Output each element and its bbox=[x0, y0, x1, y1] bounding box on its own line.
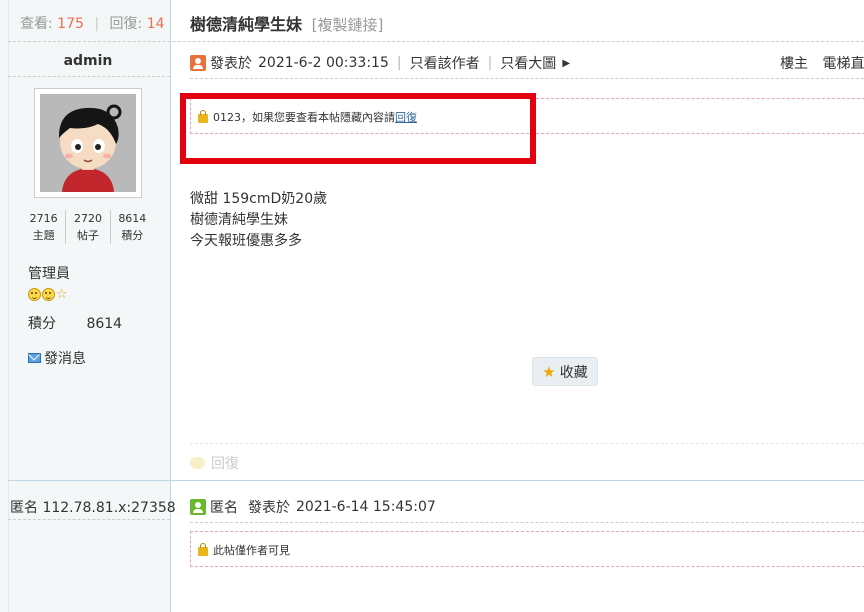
avatar[interactable] bbox=[34, 88, 142, 198]
thread-title-row: 樹德清純學生妹 [複製鏈接] bbox=[190, 11, 383, 35]
count-value: 8614 bbox=[118, 212, 147, 225]
post-separator bbox=[8, 480, 864, 481]
user-rank-icons: ☆ bbox=[28, 288, 69, 301]
views-label: 查看: bbox=[20, 16, 53, 32]
star-icon: ☆ bbox=[56, 287, 68, 302]
user-credits: 積分 8614 bbox=[28, 313, 122, 333]
content-line: 樹德清純學生妹 bbox=[190, 212, 288, 228]
reply-button[interactable]: 回復 bbox=[190, 453, 239, 473]
floor-info: 樓主 電梯直 bbox=[780, 53, 864, 73]
replies-count: 14 bbox=[146, 16, 165, 32]
star-icon: ★ bbox=[542, 362, 556, 381]
anon-divider bbox=[8, 519, 170, 520]
elevator-jump[interactable]: 電梯直 bbox=[822, 56, 864, 72]
thread-title: 樹德清純學生妹 bbox=[190, 15, 303, 34]
sidebar-edge bbox=[8, 0, 9, 612]
header-divider bbox=[8, 41, 864, 42]
post2-meta: 匿名 發表於 2021-6-14 15:45:07 bbox=[190, 497, 436, 517]
floor-label: 樓主 bbox=[780, 56, 808, 72]
count-value: 2720 bbox=[73, 212, 102, 225]
caret-right-icon[interactable]: ▶ bbox=[562, 58, 570, 69]
post-bottom-divider bbox=[190, 443, 864, 444]
author-only-box bbox=[190, 531, 864, 567]
thread-stats: 查看: 175 | 回復: 14 bbox=[20, 13, 165, 33]
send-message-link[interactable]: 發消息 bbox=[28, 348, 86, 368]
copy-link-button[interactable]: [複製鏈接] bbox=[312, 16, 384, 34]
user-online-icon bbox=[190, 55, 206, 71]
mail-icon bbox=[28, 353, 41, 363]
count-value: 2716 bbox=[29, 212, 58, 225]
author-username[interactable]: admin bbox=[0, 53, 176, 69]
lock-icon bbox=[198, 543, 208, 556]
credits-value: 8614 bbox=[86, 316, 123, 332]
post-content: 微甜 159cmD奶20歲 樹德清純學生妹 今天報班優惠多多 bbox=[190, 189, 327, 252]
meta-separator: | bbox=[396, 55, 402, 71]
views-count: 175 bbox=[57, 16, 84, 32]
count-threads[interactable]: 2716 主題 bbox=[22, 210, 65, 244]
post2-author: 匿名 bbox=[210, 500, 238, 516]
count-posts[interactable]: 2720 帖子 bbox=[65, 210, 109, 244]
avatar-cartoon-icon bbox=[40, 94, 136, 192]
meta-separator: | bbox=[487, 55, 493, 71]
author-only-notice: 此帖僅作者可見 bbox=[198, 542, 290, 558]
count-credits[interactable]: 8614 積分 bbox=[109, 210, 154, 244]
avatar-image bbox=[40, 94, 136, 192]
post-meta: 發表於 2021-6-2 00:33:15 | 只看該作者 | 只看大圖 ▶ bbox=[190, 53, 570, 73]
meta-divider bbox=[190, 78, 864, 79]
favorite-label: 收藏 bbox=[559, 364, 588, 381]
count-label: 主題 bbox=[32, 229, 55, 242]
anonymous-author-ip: 匿名 112.78.81.x:27358 bbox=[10, 500, 176, 516]
posted-prefix: 發表於 bbox=[210, 56, 252, 72]
reply-label: 回復 bbox=[211, 456, 239, 472]
send-message-label: 發消息 bbox=[44, 351, 86, 367]
count-label: 積分 bbox=[121, 229, 144, 242]
replies-label: 回復: bbox=[109, 16, 143, 32]
posted-time: 2021-6-14 15:45:07 bbox=[296, 499, 436, 515]
posted-time: 2021-6-2 00:33:15 bbox=[258, 55, 389, 71]
content-line: 微甜 159cmD奶20歲 bbox=[190, 191, 328, 207]
only-author-link[interactable]: 只看該作者 bbox=[410, 53, 480, 73]
username-divider bbox=[8, 76, 170, 77]
reply-bubble-icon bbox=[190, 457, 205, 469]
content-line: 今天報班優惠多多 bbox=[190, 233, 302, 249]
author-only-text: 此帖僅作者可見 bbox=[213, 544, 290, 557]
only-images-link[interactable]: 只看大圖 bbox=[500, 53, 556, 73]
sun-icon bbox=[28, 288, 41, 301]
favorite-button[interactable]: ★ 收藏 bbox=[532, 357, 598, 386]
highlight-box bbox=[180, 93, 536, 164]
credits-label: 積分 bbox=[28, 316, 56, 332]
user-icon bbox=[190, 499, 206, 515]
user-role[interactable]: 管理員 bbox=[28, 263, 70, 283]
post2-meta-divider bbox=[190, 522, 864, 523]
sun-icon bbox=[42, 288, 55, 301]
posted-prefix: 發表於 bbox=[248, 500, 290, 516]
user-counts: 2716 主題 2720 帖子 8614 積分 bbox=[22, 210, 154, 244]
stats-separator: | bbox=[94, 16, 100, 32]
count-label: 帖子 bbox=[76, 229, 99, 242]
